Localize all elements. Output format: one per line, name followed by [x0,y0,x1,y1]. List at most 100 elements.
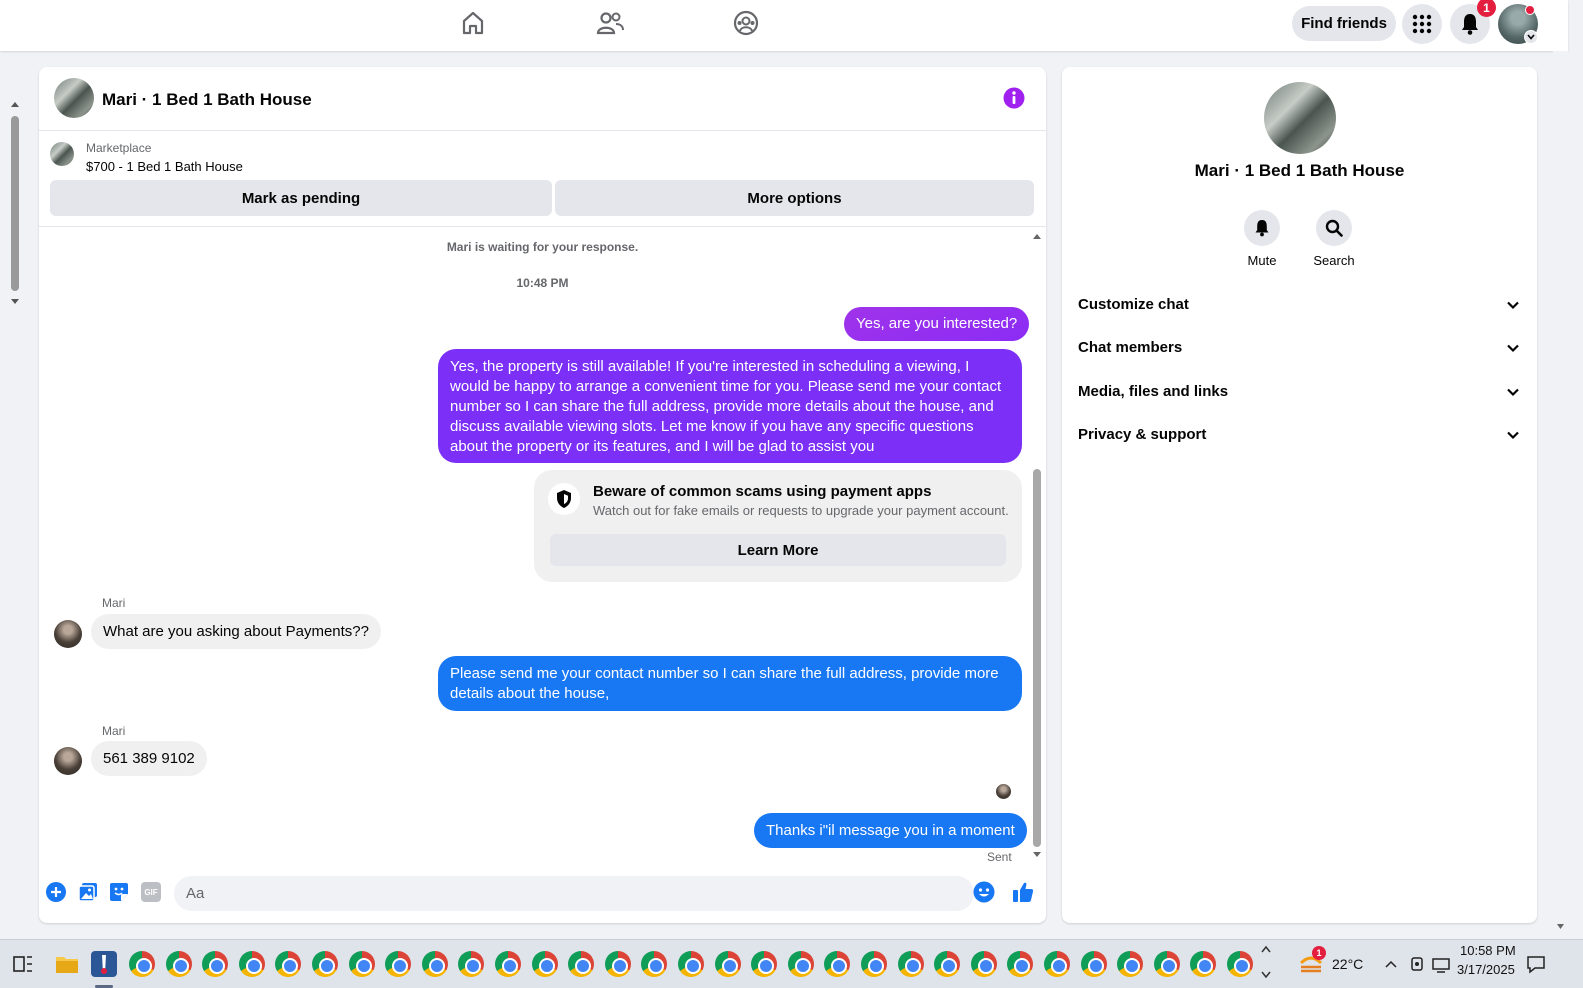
chrome-window-icon[interactable] [751,951,778,977]
groups-icon[interactable] [732,9,760,37]
incoming-message[interactable]: 561 389 9102 [91,741,207,776]
outgoing-message[interactable]: Please send me your contact number so I … [438,656,1022,711]
scroll-down-arrow-icon[interactable] [1032,851,1042,858]
chrome-window-icon[interactable] [934,951,961,977]
chrome-window-icon[interactable] [787,951,814,977]
chrome-window-icon[interactable] [495,951,521,977]
sender-avatar[interactable] [54,620,82,648]
notification-center-icon[interactable] [1525,951,1547,977]
pinned-app-icon[interactable] [91,951,117,977]
chrome-window-icon[interactable] [861,951,887,977]
chevron-down-icon [1507,431,1519,440]
scroll-down-arrow-icon[interactable] [1556,923,1565,930]
chrome-window-icon[interactable] [348,951,375,977]
chevron-down-icon [1507,388,1519,397]
thumbs-up-icon[interactable] [1012,881,1034,903]
thread-scrollbar[interactable] [1031,233,1043,861]
find-friends-button[interactable]: Find friends [1292,6,1396,41]
chrome-window-icon[interactable] [1153,951,1180,977]
read-receipt-avatar [996,784,1011,799]
incoming-message[interactable]: What are you asking about Payments?? [91,614,381,649]
listing-thumbnail[interactable] [50,142,74,166]
chrome-window-icon[interactable] [714,951,741,977]
chrome-window-icon[interactable] [678,951,704,977]
scrollbar-thumb[interactable] [1033,469,1041,847]
outgoing-message[interactable]: Yes, the property is still available! If… [438,349,1022,463]
mark-as-pending-button[interactable]: Mark as pending [50,180,552,216]
clock-time[interactable]: 10:58 PM [1460,943,1516,958]
more-options-button[interactable]: More options [555,180,1034,216]
chrome-window-icon[interactable] [604,951,631,977]
plus-circle-icon[interactable] [45,881,67,903]
clock-date[interactable]: 3/17/2025 [1457,962,1515,977]
chevron-up-icon[interactable] [1383,951,1399,977]
info-icon[interactable] [1003,87,1025,113]
chrome-window-icon[interactable] [641,951,668,977]
section-customize-chat[interactable]: Customize chat [1062,286,1537,326]
temperature[interactable]: 22°C [1332,956,1363,972]
chevron-down-icon[interactable] [1524,30,1538,44]
taskbar-overflow-arrows[interactable] [1259,942,1273,986]
learn-more-button[interactable]: Learn More [550,534,1006,566]
chrome-window-icon[interactable] [1227,951,1253,977]
chrome-window-icon[interactable] [458,951,485,977]
scam-warning-title: Beware of common scams using payment app… [593,483,932,500]
left-scrollbar[interactable] [8,100,22,310]
scroll-down-arrow-icon[interactable] [10,298,20,306]
chrome-window-icon[interactable] [568,951,595,977]
marketplace-listing-bar: Marketplace $700 - 1 Bed 1 Bath House Ma… [39,131,1046,227]
mute-label: Mute [1247,253,1277,268]
scrollbar-thumb[interactable] [11,116,19,291]
chrome-window-icon[interactable] [897,951,924,977]
mute-button[interactable]: Mute [1227,210,1297,268]
task-view-icon[interactable] [10,951,36,977]
conversation-photo[interactable] [1264,82,1336,154]
outgoing-message[interactable]: Yes, are you interested? [844,307,1030,341]
chrome-window-icon[interactable] [421,951,448,977]
section-media-files-links[interactable]: Media, files and links [1062,373,1537,413]
device-icon[interactable] [1407,951,1427,977]
message-input[interactable] [174,876,974,911]
chrome-window-icon[interactable] [312,951,338,977]
sticker-icon[interactable] [108,881,130,903]
section-chat-members[interactable]: Chat members [1062,329,1537,369]
scroll-up-arrow-icon[interactable] [10,100,20,108]
chrome-window-icon[interactable] [1117,951,1144,977]
photo-icon[interactable] [77,881,99,903]
chrome-window-icon[interactable] [385,951,412,977]
account-alert-dot [1525,5,1535,15]
scroll-up-arrow-icon[interactable] [1032,233,1042,240]
chrome-window-icon[interactable] [1007,951,1034,977]
chrome-window-icon[interactable] [1044,951,1070,977]
chrome-window-icon[interactable] [531,951,558,977]
network-icon[interactable] [1430,951,1452,977]
emoji-icon[interactable] [973,881,995,903]
chrome-window-icon[interactable] [824,951,851,977]
listing-title[interactable]: $700 - 1 Bed 1 Bath House [86,159,243,174]
chrome-window-icon[interactable] [238,951,265,977]
chat-avatar[interactable] [54,78,94,118]
chrome-window-icon[interactable] [165,951,192,977]
notification-count-badge: 1 [1477,0,1496,17]
bell-icon[interactable] [1244,210,1280,246]
outgoing-message[interactable]: Thanks i"il message you in a moment [754,813,1027,848]
chrome-window-icon[interactable] [1190,951,1217,977]
chrome-window-icon[interactable] [1080,951,1107,977]
file-explorer-icon[interactable] [54,951,80,977]
chrome-window-icon[interactable] [970,951,997,977]
chat-panel: Mari · 1 Bed 1 Bath House Marketplace $7… [39,67,1046,923]
friends-icon[interactable] [596,9,624,37]
search-button[interactable]: Search [1299,210,1369,268]
sender-avatar[interactable] [54,747,82,775]
menu-grid-icon[interactable] [1402,4,1442,44]
gif-icon[interactable]: GIF [140,881,162,903]
sender-name: Mari [102,596,126,610]
home-icon[interactable] [459,9,487,37]
section-privacy-support[interactable]: Privacy & support [1062,416,1537,456]
search-icon[interactable] [1316,210,1352,246]
chrome-window-icon[interactable] [275,951,302,977]
chrome-window-icon[interactable] [129,951,155,977]
chat-title[interactable]: Mari · 1 Bed 1 Bath House [102,90,312,110]
page-scrollbar[interactable] [1553,51,1568,937]
chrome-window-icon[interactable] [202,951,229,977]
